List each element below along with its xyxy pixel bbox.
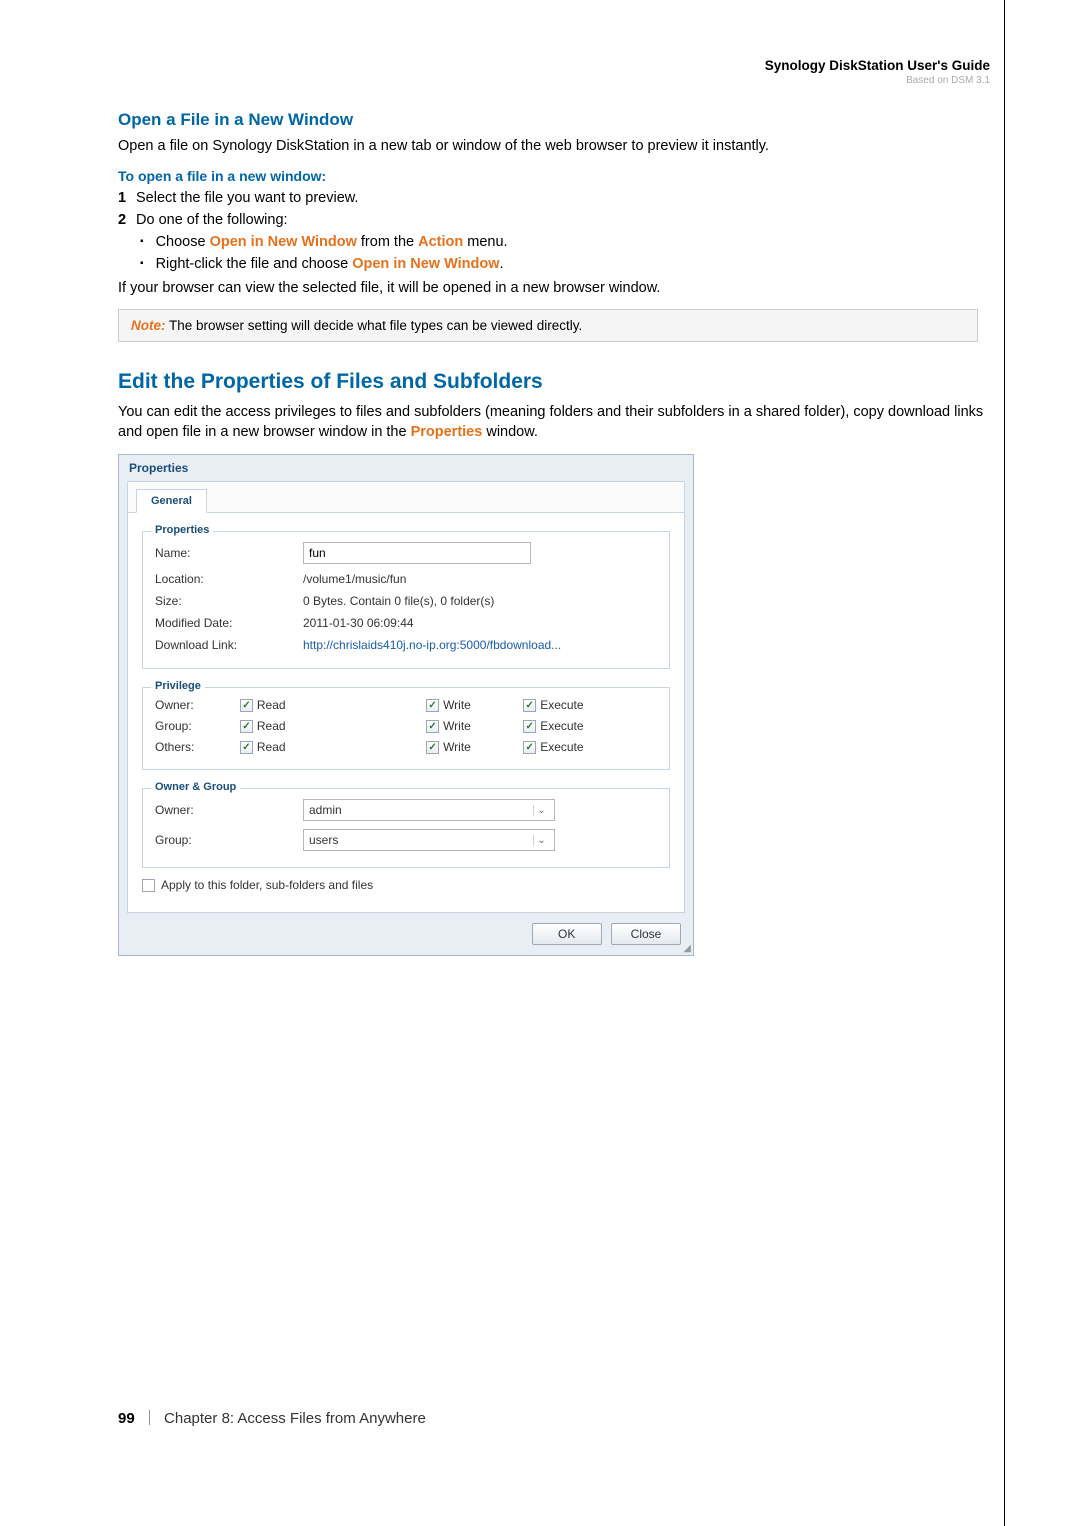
- bullet-right-click: Right-click the file and choose Open in …: [140, 256, 988, 272]
- step-1: 1Select the file you want to preview.: [118, 190, 988, 206]
- read-label: Read: [257, 698, 286, 712]
- owner-execute-checkbox[interactable]: ✓: [523, 699, 536, 712]
- step-2: 2Do one of the following:: [118, 212, 988, 228]
- page-number: 99: [118, 1410, 135, 1427]
- properties-dialog: Properties General Properties Name: Loca…: [118, 454, 694, 956]
- bullet-open-action-menu: Choose Open in New Window from the Actio…: [140, 234, 988, 250]
- group-select-value: users: [309, 833, 338, 847]
- group-read-checkbox[interactable]: ✓: [240, 720, 253, 733]
- label-modified: Modified Date:: [155, 616, 303, 630]
- og-group-label: Group:: [155, 833, 303, 847]
- owner-write-checkbox[interactable]: ✓: [426, 699, 439, 712]
- label-name: Name:: [155, 546, 303, 560]
- section-intro: Open a file on Synology DiskStation in a…: [118, 136, 988, 156]
- others-write-checkbox[interactable]: ✓: [426, 741, 439, 754]
- legend-privilege: Privilege: [151, 680, 205, 692]
- fieldset-owner-group: Owner & Group Owner: admin ⌄ Group: user…: [142, 788, 670, 868]
- group-write-checkbox[interactable]: ✓: [426, 720, 439, 733]
- owner-select-value: admin: [309, 803, 342, 817]
- fieldset-properties: Properties Name: Location: /volume1/musi…: [142, 531, 670, 669]
- others-read-checkbox[interactable]: ✓: [240, 741, 253, 754]
- dialog-title: Properties: [119, 455, 693, 481]
- priv-owner-label: Owner:: [155, 698, 240, 712]
- value-download-link[interactable]: http://chrislaids410j.no-ip.org:5000/fbd…: [303, 638, 657, 652]
- apply-recursive-label: Apply to this folder, sub-folders and fi…: [161, 878, 373, 892]
- apply-recursive-checkbox[interactable]: [142, 879, 155, 892]
- value-size: 0 Bytes. Contain 0 file(s), 0 folder(s): [303, 594, 657, 608]
- label-location: Location:: [155, 572, 303, 586]
- fieldset-privilege: Privilege Owner: ✓Read ✓Write ✓Execute G…: [142, 687, 670, 770]
- chapter-label: Chapter 8: Access Files from Anywhere: [164, 1410, 426, 1427]
- section-closing: If your browser can view the selected fi…: [118, 278, 988, 298]
- priv-group-label: Group:: [155, 719, 240, 733]
- priv-others-label: Others:: [155, 740, 240, 754]
- close-button[interactable]: Close: [611, 923, 681, 945]
- owner-select[interactable]: admin ⌄: [303, 799, 555, 821]
- chevron-down-icon: ⌄: [533, 835, 549, 846]
- legend-owner-group: Owner & Group: [151, 781, 240, 793]
- og-owner-label: Owner:: [155, 803, 303, 817]
- note-box: Note: The browser setting will decide wh…: [118, 309, 978, 342]
- value-modified: 2011-01-30 06:09:44: [303, 616, 657, 630]
- section-heading-edit-props: Edit the Properties of Files and Subfold…: [118, 370, 988, 394]
- section2-intro: You can edit the access privileges to fi…: [118, 402, 988, 443]
- value-location: /volume1/music/fun: [303, 572, 657, 586]
- ok-button[interactable]: OK: [532, 923, 602, 945]
- page-footer: 99 Chapter 8: Access Files from Anywhere: [118, 1410, 426, 1427]
- label-size: Size:: [155, 594, 303, 608]
- steps-heading: To open a file in a new window:: [118, 168, 988, 184]
- chevron-down-icon: ⌄: [533, 805, 549, 816]
- group-select[interactable]: users ⌄: [303, 829, 555, 851]
- owner-read-checkbox[interactable]: ✓: [240, 699, 253, 712]
- resize-handle-icon[interactable]: ◢: [681, 943, 691, 953]
- legend-properties: Properties: [151, 524, 213, 536]
- doc-subtitle: Based on DSM 3.1: [765, 75, 990, 86]
- name-input[interactable]: [303, 542, 531, 564]
- label-download-link: Download Link:: [155, 638, 303, 652]
- section-heading-open-file: Open a File in a New Window: [118, 110, 988, 130]
- group-execute-checkbox[interactable]: ✓: [523, 720, 536, 733]
- write-label: Write: [443, 698, 471, 712]
- others-execute-checkbox[interactable]: ✓: [523, 741, 536, 754]
- execute-label: Execute: [540, 698, 583, 712]
- doc-title: Synology DiskStation User's Guide: [765, 58, 990, 73]
- tab-general[interactable]: General: [136, 489, 207, 513]
